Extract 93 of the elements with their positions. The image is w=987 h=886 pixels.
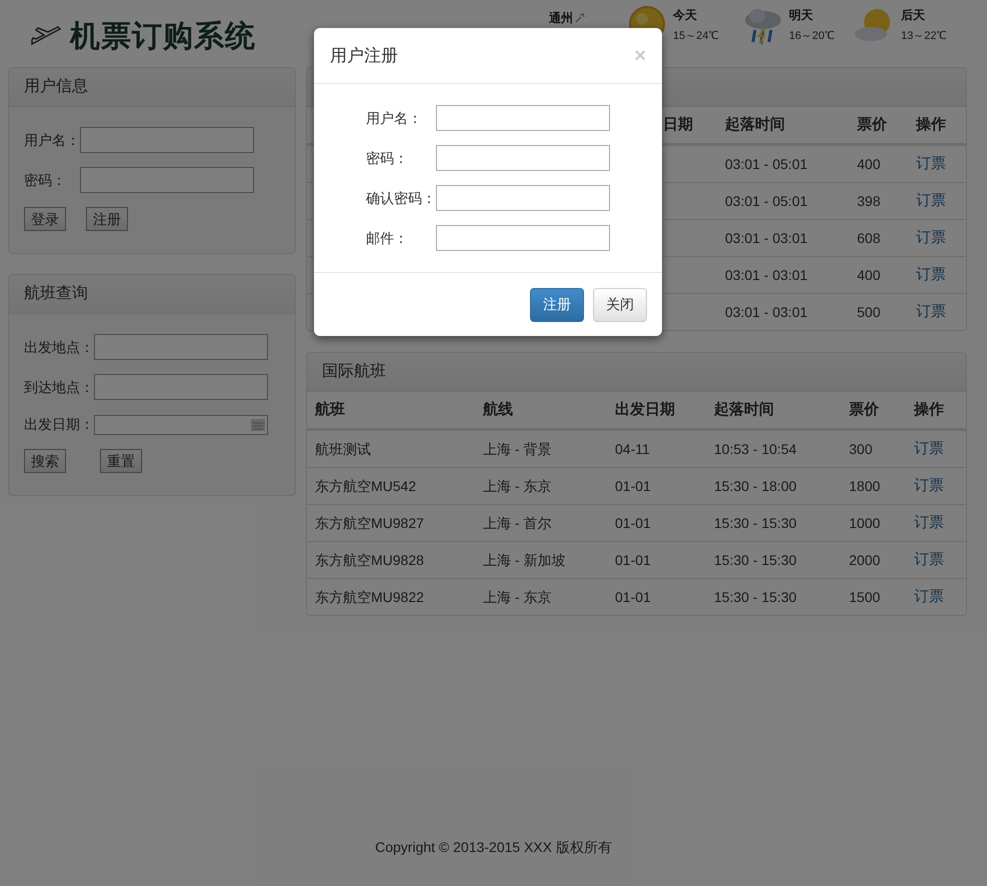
book-link[interactable]: 订票 [914,474,944,498]
text-field[interactable] [94,374,268,400]
book-link[interactable]: 订票 [914,512,944,534]
table-cell-text: 15:30 - 15:30 [714,514,798,532]
table-cell-text: 04-11 [615,440,651,458]
column-header: 操作 [914,400,945,420]
column-header: 航线 [483,400,514,420]
table-cell-text: 300 [849,440,874,458]
book-link[interactable]: 订票 [916,152,946,176]
text-field[interactable] [80,127,254,153]
table-cell-text: 01-01 [615,588,652,606]
city-name: 通州 [549,10,573,27]
panel-title: 航班查询 [24,284,88,304]
field-label: 出发日期： [24,415,94,434]
column-header: 票价 [849,400,880,420]
table-cell-text: 400 [857,154,882,174]
table-cell-text: 500 [857,302,882,322]
weather-day: 今天 [673,6,718,24]
text-field[interactable] [436,225,610,251]
weather-day: 明天 [789,6,834,24]
book-link[interactable]: 订票 [916,300,946,324]
date-field[interactable] [94,414,268,434]
table-cell-text: 航班测试 [315,440,372,458]
dialog-title: 用户注册 [330,44,398,67]
column-header: 航班 [315,400,346,420]
text-field[interactable] [94,334,268,360]
table-cell-text: 03:01 - 05:01 [725,192,809,210]
table-cell-text: 东方航空MU9828 [315,550,425,570]
book-link[interactable]: 订票 [916,190,946,212]
table-cell-text: 1800 [849,476,882,496]
form-button[interactable]: 登录 [24,207,66,231]
form-button[interactable]: 注册 [86,207,128,231]
weather-temp: 15～24℃ [673,29,718,44]
panel-title: 国际航班 [322,362,386,382]
book-link[interactable]: 订票 [916,264,946,286]
table-cell-text: 10:53 - 10:54 [714,440,798,458]
table-cell-text: 2000 [849,550,882,570]
table-cell-text: 1000 [849,514,882,532]
field-label: 用户名： [366,108,423,128]
column-header: 起落时间 [714,400,775,420]
table-cell-text: 上海 - 东京 [483,588,552,606]
table-cell-text: 01-01 [615,476,652,496]
primary-button[interactable]: 注册 [530,288,584,322]
book-link[interactable]: 订票 [914,438,944,460]
copyright-text: Copyright © 2013-2015 XXX 版权所有 [375,838,612,857]
column-header: 日期 [663,114,694,135]
table-cell-text: 03:01 - 03:01 [725,228,809,248]
book-link[interactable]: 订票 [916,226,946,250]
table-cell-text: 上海 - 首尔 [483,514,552,532]
table-cell-text: 上海 - 背景 [483,440,552,458]
column-header: 票价 [857,114,888,135]
field-label: 邮件： [366,228,409,248]
table-cell-text: 03:01 - 03:01 [725,266,809,284]
weather-temp: 13～22℃ [901,29,946,44]
column-header: 起落时间 [725,114,786,135]
form-button[interactable]: 搜索 [24,449,66,473]
table-cell-text: 15:30 - 15:30 [714,588,798,606]
text-field[interactable] [436,145,610,171]
table-cell-text: 上海 - 东京 [483,476,552,496]
text-field[interactable] [436,105,610,131]
weather-temp: 16～20℃ [789,29,834,44]
table-cell-text: 01-01 [615,550,652,570]
field-label: 出发地点： [24,338,94,356]
table-cell-text: 608 [857,228,882,248]
panel-title: 用户信息 [24,76,88,97]
table-cell-text: 上海 - 新加坡 [483,550,566,570]
table-cell-text: 400 [857,266,882,284]
table-cell-text: 15:30 - 15:30 [714,550,798,570]
text-field[interactable] [436,185,610,211]
field-label: 密码： [366,148,409,168]
weather-day: 后天 [901,6,946,24]
table-cell-text: 15:30 - 18:00 [714,476,798,496]
form-button[interactable]: 重置 [100,449,142,473]
field-label: 到达地点： [24,378,94,396]
book-link[interactable]: 订票 [914,586,944,608]
text-field[interactable] [80,167,254,193]
table-cell-text: 东方航空MU9822 [315,588,425,606]
table-cell-text: 01-01 [615,514,652,532]
field-label: 密码： [24,170,67,190]
secondary-button[interactable]: 关闭 [593,288,647,322]
table-cell-text: 东方航空MU542 [315,476,418,496]
table-cell-text: 1500 [849,588,882,606]
table-cell-text: 东方航空MU9827 [315,514,425,532]
table-cell-text: 03:01 - 03:01 [725,302,809,322]
column-header: 操作 [916,114,947,135]
site-title: 机票订购系统 [70,19,256,55]
book-link[interactable]: 订票 [914,548,944,572]
table-cell-text: 03:01 - 05:01 [725,154,809,174]
airplane-icon [30,26,62,48]
field-label: 确认密码： [366,188,436,208]
table-cell-text: 398 [857,192,882,210]
field-label: 用户名： [24,130,80,150]
column-header: 出发日期 [615,400,676,420]
